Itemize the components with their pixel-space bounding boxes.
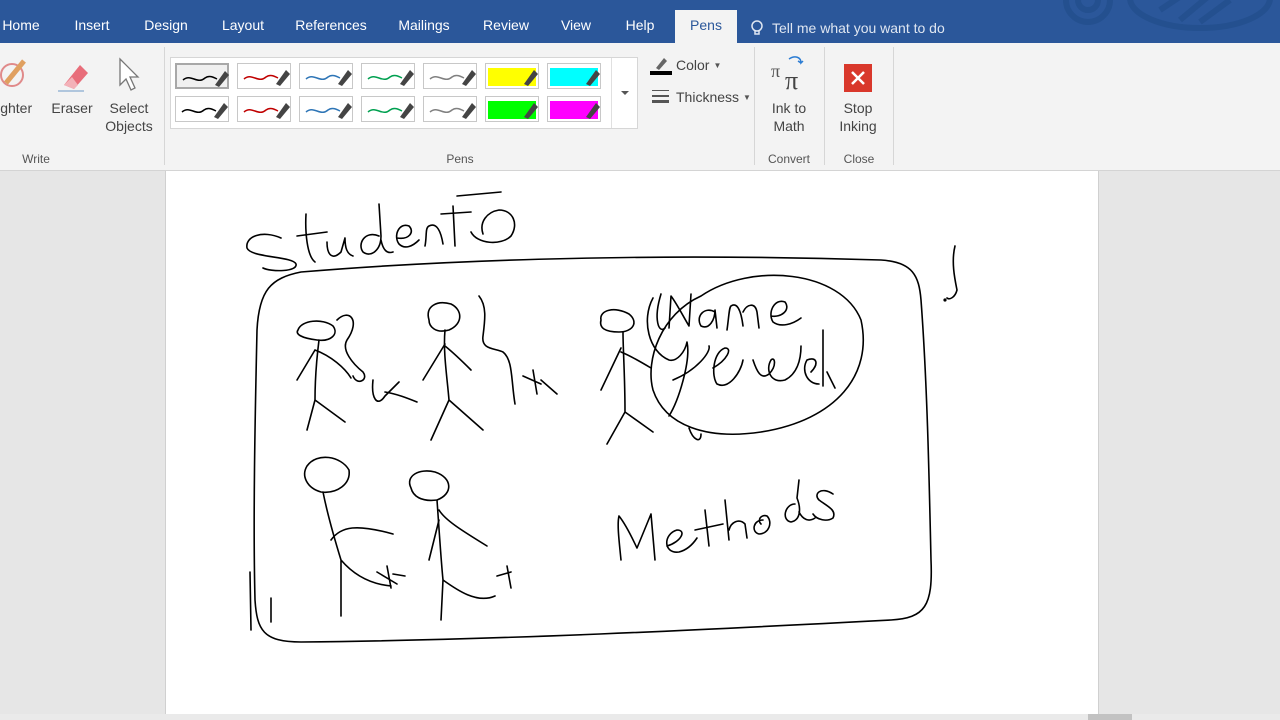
chevron-down-icon: ▼: [713, 60, 722, 70]
pen-yellow-highlighter[interactable]: [485, 63, 539, 89]
pen-icon: [243, 103, 290, 119]
select-objects-label-1: Select: [109, 100, 149, 116]
ink-stick-figure: [599, 308, 654, 445]
group-label-write: Write: [22, 152, 50, 166]
ink-word-students: [246, 191, 516, 272]
pen-color-button[interactable]: Color ▼: [650, 55, 721, 75]
stop-inking-button[interactable]: Stop Inking: [834, 53, 882, 135]
ink-to-math-icon: π π: [771, 56, 804, 93]
pen-icon: [367, 70, 414, 86]
thickness-icon: [650, 87, 672, 107]
pen-icon: [243, 70, 290, 86]
lightbulb-icon: [751, 20, 763, 35]
pen-thickness-button[interactable]: Thickness ▼: [650, 87, 751, 107]
pen-thickness-label: Thickness: [676, 89, 740, 105]
pen-gray-pen[interactable]: [423, 96, 477, 122]
group-divider: [893, 47, 894, 165]
pen-icon: [429, 103, 476, 119]
pen-icon: [429, 70, 476, 86]
pen-black-pen[interactable]: [175, 96, 229, 122]
tab-layout[interactable]: Layout: [215, 10, 271, 43]
tab-mailings[interactable]: Mailings: [390, 10, 458, 43]
pens-gallery: [170, 57, 638, 129]
ink-word-methods: [617, 479, 835, 561]
tab-home[interactable]: Home: [0, 10, 42, 43]
tab-help[interactable]: Help: [617, 10, 663, 43]
eraser-button[interactable]: Eraser: [50, 53, 94, 117]
ink-to-math-label-1: Ink to: [771, 100, 807, 116]
group-label-convert: Convert: [767, 152, 811, 166]
highlighter-icon: [488, 68, 538, 86]
svg-text:π: π: [771, 61, 780, 81]
select-objects-label-2: Objects: [105, 118, 153, 134]
chevron-down-icon: [621, 91, 629, 95]
document-page[interactable]: [165, 171, 1099, 720]
ribbon-tab-bar: Home Insert Design Layout References Mai…: [0, 0, 1280, 43]
pen-color-label: Color: [676, 57, 710, 73]
ink-stray-mark: [946, 245, 958, 300]
chevron-down-icon: ▼: [743, 92, 751, 102]
pen-magenta-highlighter[interactable]: [547, 96, 601, 122]
ink-drawing-canvas[interactable]: [166, 171, 1098, 720]
ink-stick-figure: [303, 456, 406, 617]
pen-icon: [181, 103, 228, 119]
ink-boundary-box: [253, 256, 933, 643]
title-bar-pattern: [1063, 0, 1273, 31]
gallery-more-button[interactable]: [611, 58, 638, 128]
group-label-pens: Pens: [446, 152, 474, 166]
tab-review[interactable]: Review: [478, 10, 534, 43]
pen-green-pen[interactable]: [361, 96, 415, 122]
eraser-icon: [58, 65, 88, 92]
pen-blue-pen[interactable]: [299, 63, 353, 89]
eraser-label: Eraser: [51, 100, 93, 116]
group-divider: [164, 47, 165, 165]
pen-icon: [305, 103, 352, 119]
select-cursor-icon: [119, 57, 140, 91]
ink-words-name-grade: [646, 274, 865, 441]
pen-red-pen[interactable]: [237, 63, 291, 89]
pen-black-pen[interactable]: [175, 63, 229, 89]
highlighter-icon: [550, 68, 600, 86]
ink-stick-figure: [408, 470, 512, 621]
tab-insert[interactable]: Insert: [68, 10, 116, 43]
group-label-close: Close: [843, 152, 875, 166]
ink-stick-figure: [296, 314, 418, 431]
horizontal-scrollbar-thumb[interactable]: [1088, 714, 1132, 720]
tab-view[interactable]: View: [554, 10, 598, 43]
pen-icon: [367, 103, 414, 119]
tab-references[interactable]: References: [292, 10, 370, 43]
ink-to-math-label-2: Math: [773, 118, 805, 134]
svg-text:π: π: [785, 66, 798, 93]
highlighter-icon: [0, 59, 26, 87]
pen-color-icon: [650, 55, 672, 75]
pen-cyan-highlighter[interactable]: [547, 63, 601, 89]
pen-blue-pen[interactable]: [299, 96, 353, 122]
group-divider: [824, 47, 825, 165]
pen-icon: [305, 70, 352, 86]
highlighter-icon: [550, 101, 600, 119]
pen-red-pen[interactable]: [237, 96, 291, 122]
pen-icon: [182, 71, 229, 87]
pen-gray-pen[interactable]: [423, 63, 477, 89]
stop-inking-label-1: Stop: [843, 100, 873, 116]
tab-design[interactable]: Design: [137, 10, 195, 43]
ink-stick-figure: [422, 295, 558, 441]
select-objects-button[interactable]: Select Objects: [103, 53, 155, 135]
highlighter-label: lighter: [0, 100, 33, 116]
pen-green-highlighter[interactable]: [485, 96, 539, 122]
highlighter-button[interactable]: lighter: [0, 53, 42, 117]
tab-pens[interactable]: Pens: [675, 10, 737, 43]
group-divider: [754, 47, 755, 165]
stop-inking-label-2: Inking: [839, 118, 877, 134]
pen-green-pen[interactable]: [361, 63, 415, 89]
ink-to-math-button[interactable]: π π Ink to Math: [764, 53, 814, 135]
highlighter-icon: [488, 101, 538, 119]
close-icon: [844, 64, 872, 92]
ribbon-pens: lighter Eraser Select Objects Write: [0, 43, 1280, 171]
